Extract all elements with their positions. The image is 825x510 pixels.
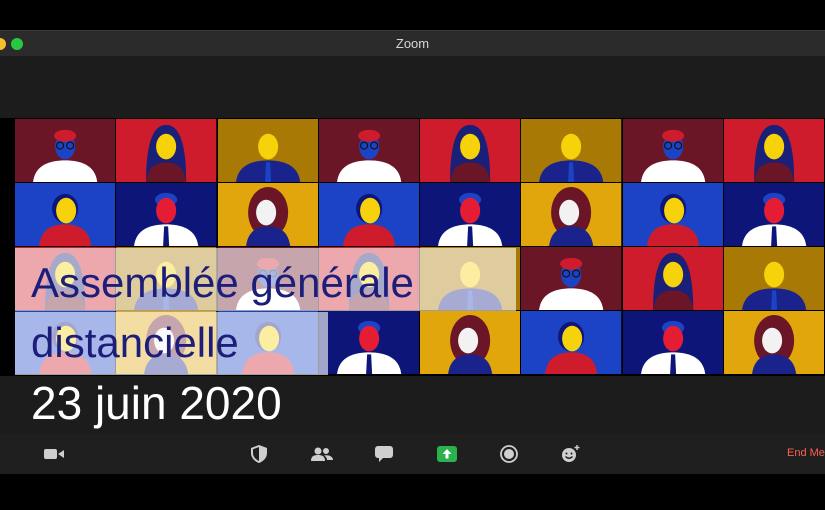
participant-avatar <box>318 311 419 374</box>
participant-avatar <box>318 183 419 246</box>
participant-avatar <box>723 183 824 246</box>
participant-tile[interactable] <box>318 119 420 183</box>
end-meeting-button[interactable]: End Me <box>787 447 825 459</box>
participants-button[interactable] <box>308 442 336 466</box>
participant-avatar <box>420 119 521 182</box>
participant-avatar <box>622 311 723 374</box>
window-title: Zoom <box>395 36 430 51</box>
participant-tile[interactable] <box>116 119 218 183</box>
participant-tile[interactable] <box>420 311 522 375</box>
participant-tile[interactable] <box>622 119 724 183</box>
participant-avatar <box>15 183 116 246</box>
participant-tile[interactable] <box>318 183 420 247</box>
participant-tile[interactable] <box>217 183 319 247</box>
participant-tile[interactable] <box>723 247 825 311</box>
video-button[interactable] <box>40 442 68 466</box>
participant-avatar <box>420 183 521 246</box>
participant-tile[interactable] <box>622 247 724 311</box>
reactions-button[interactable] <box>557 442 585 466</box>
participant-tile[interactable] <box>318 311 420 375</box>
participant-tile[interactable] <box>420 183 522 247</box>
participant-avatar <box>116 183 217 246</box>
record-button[interactable] <box>495 442 523 466</box>
participant-avatar <box>521 311 622 374</box>
participant-tile[interactable] <box>622 311 724 375</box>
video-icon <box>44 449 64 459</box>
participant-tile[interactable] <box>15 183 117 247</box>
bottom-area <box>0 474 825 510</box>
participant-tile[interactable] <box>521 247 623 311</box>
participant-avatar <box>723 311 824 374</box>
participant-tile[interactable] <box>217 119 319 183</box>
title-bar: Zoom <box>0 30 825 56</box>
participant-avatar <box>521 183 622 246</box>
zoom-window: Zoom Assemblée générale distancielle 23 … <box>0 0 825 510</box>
reactions-icon <box>562 445 580 462</box>
chat-button[interactable] <box>370 442 398 466</box>
top-strip <box>0 56 825 118</box>
chat-icon <box>375 446 393 462</box>
headline-line-2: distancielle <box>31 319 239 366</box>
meeting-date: 23 juin 2020 <box>31 377 282 429</box>
participant-tile[interactable] <box>723 183 825 247</box>
meeting-toolbar: End Me <box>0 434 825 474</box>
participant-tile[interactable] <box>723 311 825 375</box>
security-button[interactable] <box>245 442 273 466</box>
participant-avatar <box>15 119 116 182</box>
participant-avatar <box>318 119 419 182</box>
participant-avatar <box>217 183 318 246</box>
participant-avatar <box>521 247 622 310</box>
participant-avatar <box>723 247 824 310</box>
participant-tile[interactable] <box>15 119 117 183</box>
participant-avatar <box>420 311 521 374</box>
participant-tile[interactable] <box>622 183 724 247</box>
headline-line-1: Assemblée générale <box>31 259 414 306</box>
participant-avatar <box>521 119 622 182</box>
share-screen-icon <box>437 446 457 462</box>
participant-tile[interactable] <box>116 183 218 247</box>
share-screen-button[interactable] <box>433 442 461 466</box>
participant-avatar <box>622 183 723 246</box>
participant-avatar <box>116 119 217 182</box>
record-icon <box>500 445 518 463</box>
participant-tile[interactable] <box>420 119 522 183</box>
participants-icon <box>311 447 333 461</box>
participant-tile[interactable] <box>723 119 825 183</box>
participant-avatar <box>723 119 824 182</box>
participant-avatar <box>622 119 723 182</box>
participant-tile[interactable] <box>521 183 623 247</box>
participant-tile[interactable] <box>521 119 623 183</box>
participant-avatar <box>217 119 318 182</box>
participant-tile[interactable] <box>521 311 623 375</box>
security-icon <box>251 445 267 463</box>
participant-avatar <box>622 247 723 310</box>
